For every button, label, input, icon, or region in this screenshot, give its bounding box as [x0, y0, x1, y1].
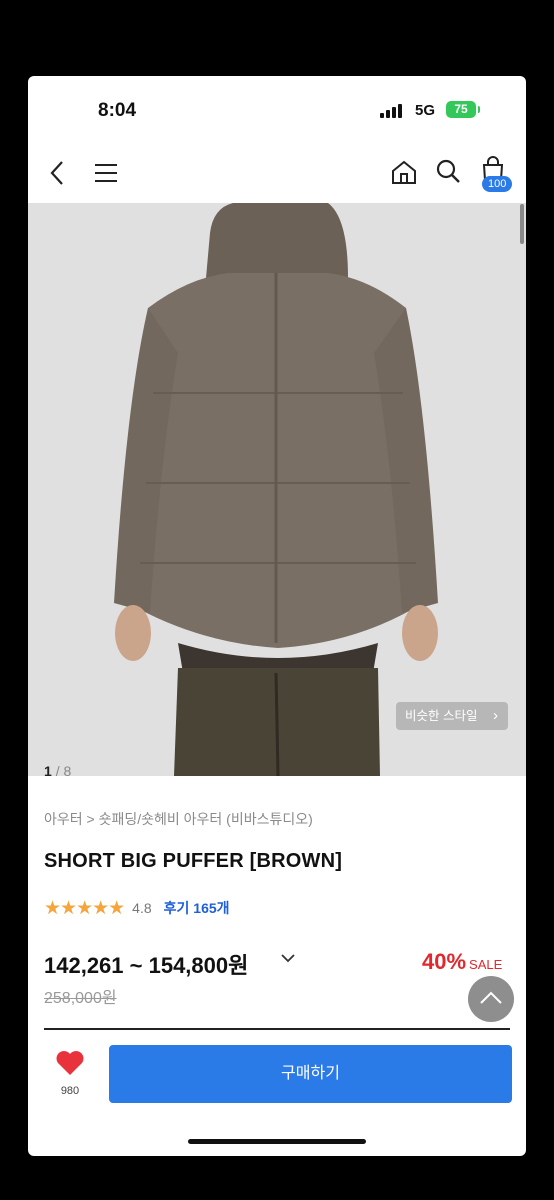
- like-count: 980: [60, 1085, 80, 1097]
- signal-icon: [380, 104, 406, 118]
- puffer-jacket-photo: [28, 203, 526, 776]
- search-icon[interactable]: [435, 158, 461, 189]
- home-icon[interactable]: [391, 159, 417, 190]
- rating-row: ★★★★★ 4.8 후기 165개: [44, 897, 230, 919]
- home-indicator[interactable]: [188, 1139, 366, 1144]
- phone-screen: 8:04 5G 75 100 비슷한 스타일 › 1 / 8 아우터 > 숏패딩…: [28, 76, 526, 1156]
- reviews-link[interactable]: 후기 165개: [164, 898, 230, 918]
- breadcrumb[interactable]: 아우터 > 숏패딩/숏헤비 아우터 (비바스튜디오): [44, 809, 313, 829]
- sale-label: SALE: [469, 957, 503, 972]
- scroll-to-top-button[interactable]: [468, 976, 514, 1022]
- like-button[interactable]: 980: [50, 1050, 90, 1097]
- status-bar: 8:04 5G 75: [28, 76, 526, 144]
- chevron-up-icon: [480, 991, 502, 1004]
- price-range: 142,261 ~ 154,800원: [44, 953, 249, 978]
- status-time: 8:04: [98, 100, 137, 121]
- pager-total: / 8: [55, 763, 72, 779]
- network-type: 5G: [415, 102, 436, 119]
- heart-icon: [56, 1051, 84, 1075]
- buy-button[interactable]: 구매하기: [109, 1045, 512, 1103]
- original-price: 258,000원: [44, 990, 117, 1007]
- discount-percent: 40%: [422, 949, 467, 974]
- image-pager: 1 / 8: [44, 763, 71, 779]
- similar-style-label: 비슷한 스타일: [405, 709, 478, 723]
- discount-badge: 40% SALE: [422, 949, 502, 975]
- back-chevron-icon[interactable]: [48, 160, 66, 191]
- product-title: SHORT BIG PUFFER [BROWN]: [44, 850, 343, 872]
- star-rating-icon: ★★★★★: [44, 897, 125, 919]
- divider: [44, 1028, 510, 1030]
- similar-style-button[interactable]: 비슷한 스타일 ›: [396, 702, 508, 730]
- shopping-bag-icon[interactable]: 100: [480, 156, 514, 196]
- hamburger-menu-icon[interactable]: [94, 163, 118, 188]
- top-nav-bar: 100: [28, 144, 526, 202]
- cart-count-badge: 100: [482, 176, 513, 192]
- chevron-down-icon[interactable]: [280, 950, 296, 971]
- pager-current: 1: [44, 763, 52, 779]
- chevron-right-icon: ›: [493, 707, 498, 724]
- battery-icon: 75: [446, 101, 480, 118]
- rating-value: 4.8: [132, 900, 152, 916]
- product-image[interactable]: [28, 203, 526, 776]
- page-scrollbar[interactable]: [520, 204, 524, 244]
